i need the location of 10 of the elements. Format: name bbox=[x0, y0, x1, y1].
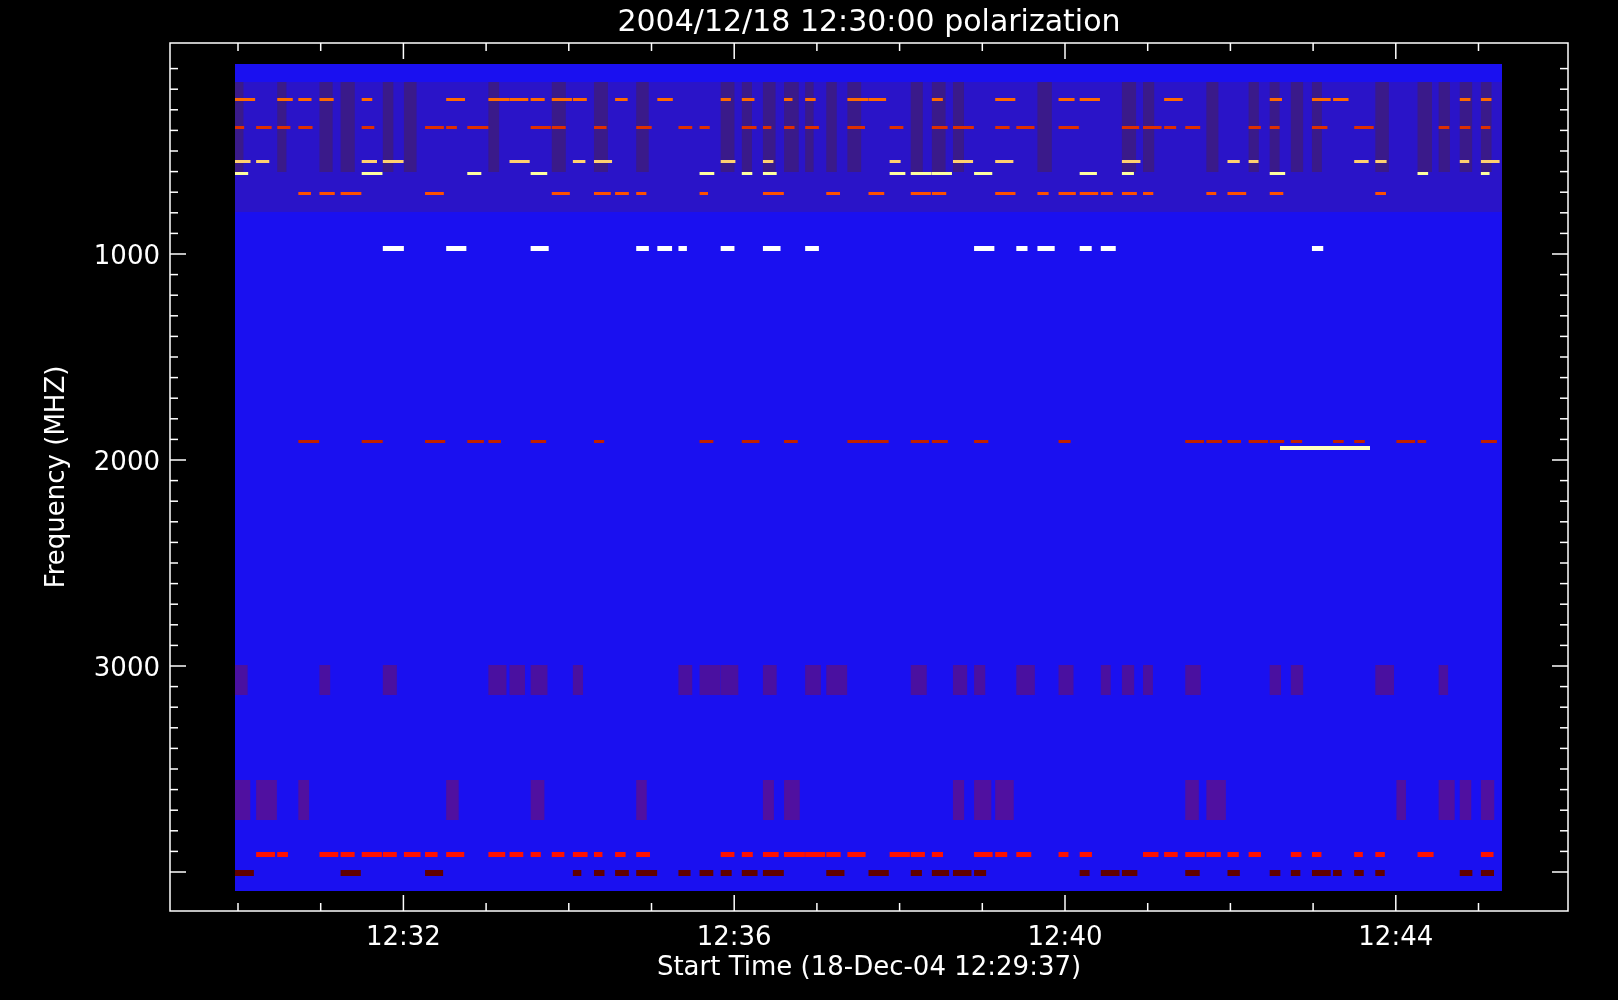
axis-label: Start Time (18-Dec-04 12:29:37) bbox=[656, 951, 1082, 981]
tick-label: 12:36 bbox=[696, 921, 772, 951]
tick-label: 12:32 bbox=[365, 921, 441, 951]
tick-label: 12:44 bbox=[1358, 921, 1434, 951]
plot-title: 2004/12/18 12:30:00 polarization bbox=[617, 3, 1121, 38]
tick-label: 2000 bbox=[93, 446, 160, 476]
tick-label: 3000 bbox=[93, 652, 160, 682]
axis-label: Frequency (MHZ) bbox=[40, 365, 70, 589]
tick-label: 12:40 bbox=[1027, 921, 1103, 951]
tick-label: 1000 bbox=[93, 240, 160, 270]
